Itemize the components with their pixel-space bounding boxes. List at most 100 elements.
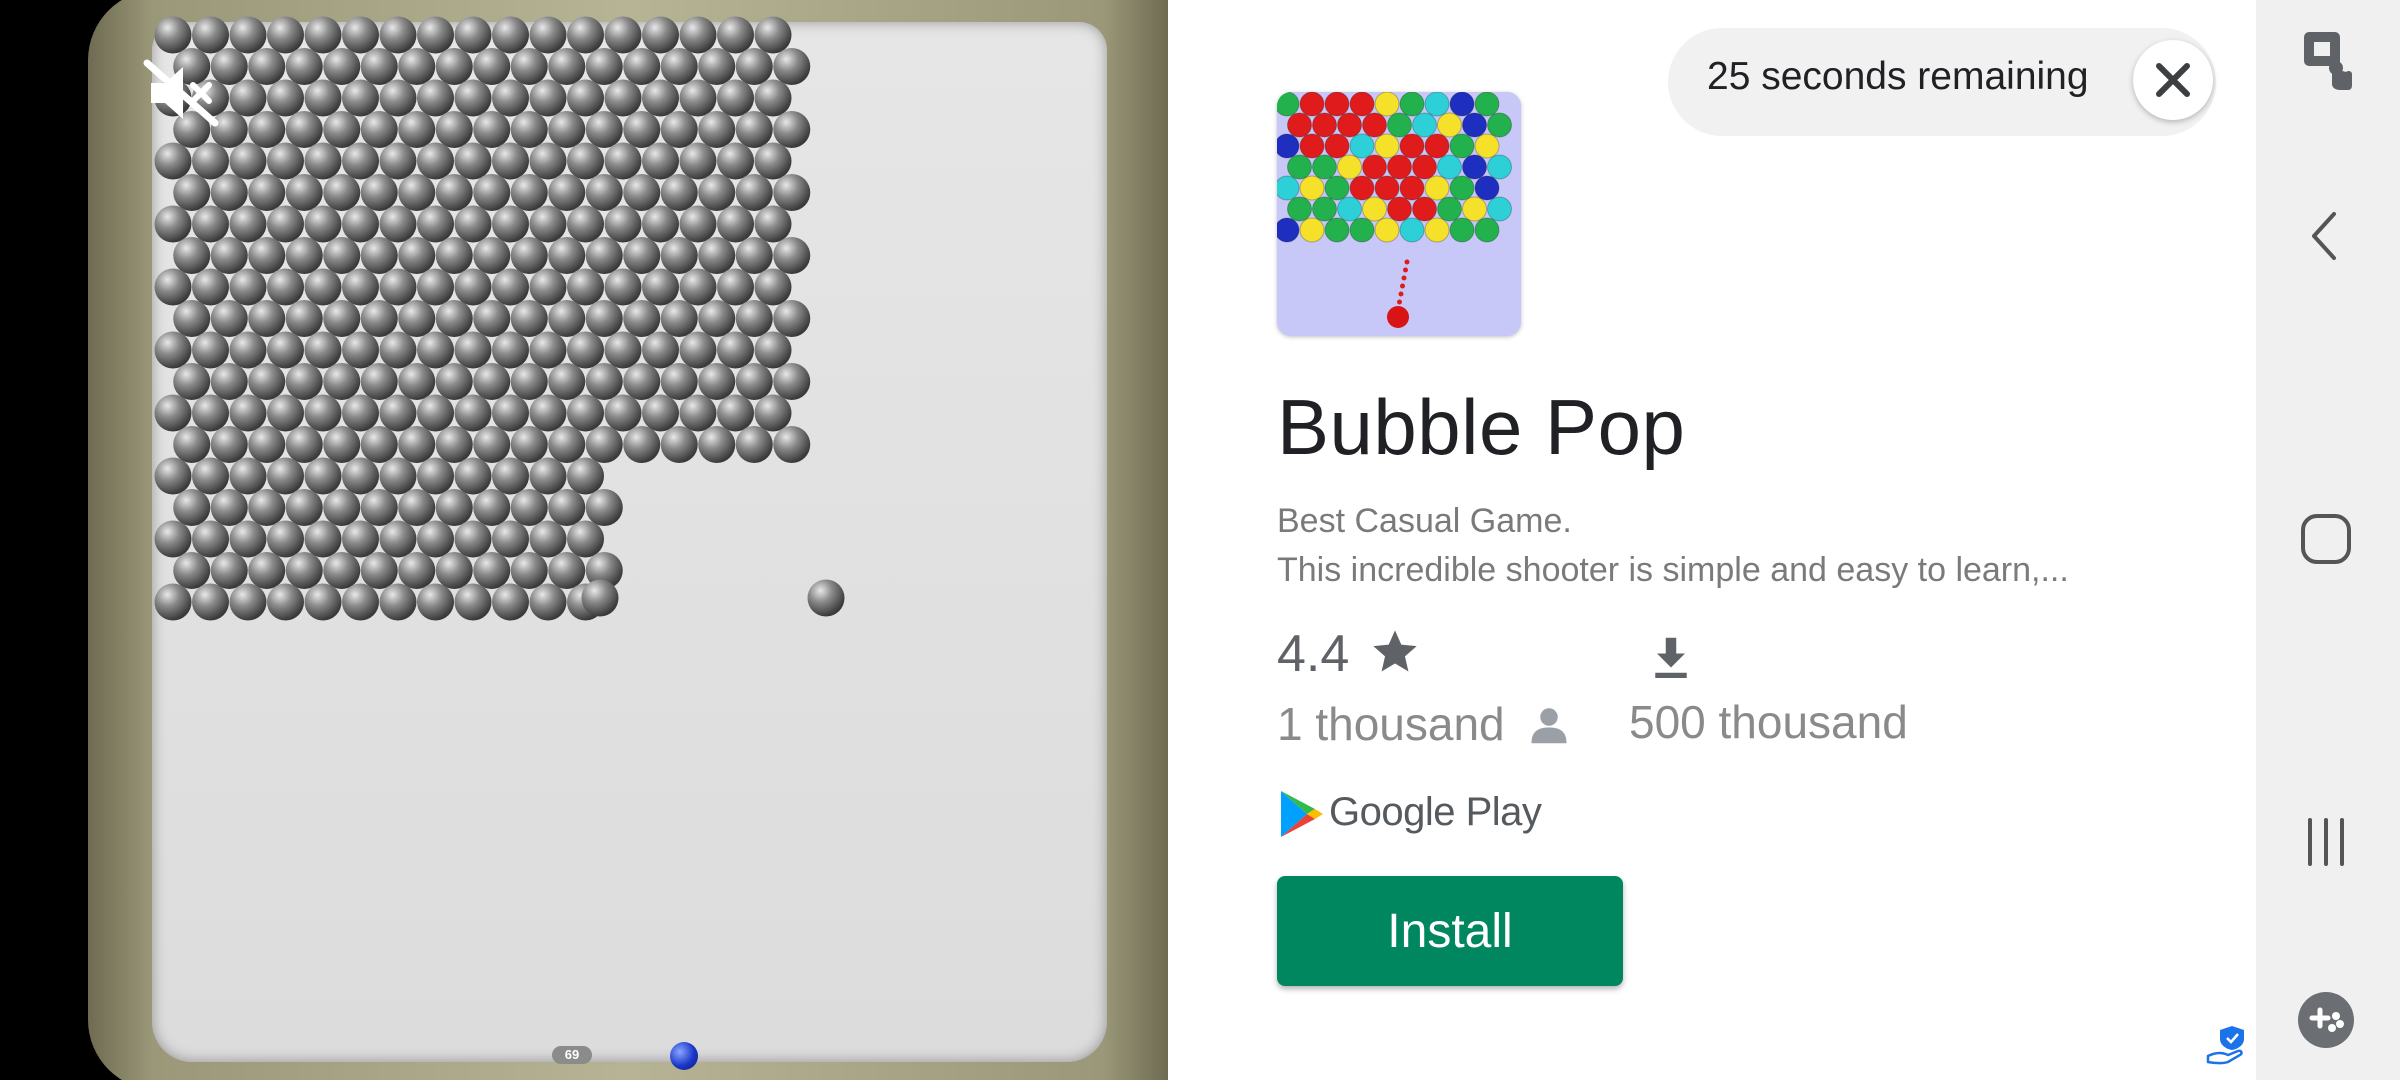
volume-mute-icon[interactable] <box>143 57 223 129</box>
bubble <box>623 426 661 463</box>
close-button[interactable] <box>2133 40 2213 120</box>
install-button[interactable]: Install <box>1277 876 1623 986</box>
bubble <box>248 300 286 337</box>
bubble <box>492 205 529 243</box>
bubble <box>473 489 511 526</box>
bubble <box>323 363 361 400</box>
store-name: Google Play <box>1329 790 1542 834</box>
close-icon <box>2156 63 2190 97</box>
bubble <box>379 79 417 117</box>
bubble <box>285 426 323 463</box>
bubble <box>679 79 717 117</box>
bubble <box>473 48 511 85</box>
bubble <box>660 363 698 400</box>
bubble <box>529 394 567 432</box>
bubble <box>454 268 492 306</box>
bubble <box>267 457 304 495</box>
bubble <box>492 457 529 495</box>
bubble <box>285 363 323 400</box>
timer-text: 25 seconds remaining <box>1707 55 2089 98</box>
bubble <box>585 489 623 526</box>
bubble <box>398 552 436 589</box>
bubble <box>154 16 192 54</box>
bubble <box>473 552 511 589</box>
bubble <box>604 142 642 180</box>
rating-value: 4.4 <box>1277 625 1350 683</box>
bubble <box>192 331 229 369</box>
bubble <box>660 300 698 337</box>
bubble <box>229 331 267 369</box>
bubble <box>604 268 642 306</box>
bubble <box>510 363 548 400</box>
bubble <box>585 237 623 274</box>
ball-count: 69 <box>552 1046 592 1064</box>
bubble <box>567 457 604 495</box>
game-video[interactable]: 69 <box>0 0 1168 1080</box>
bubble <box>510 489 548 526</box>
bubble <box>773 48 811 85</box>
home-icon[interactable] <box>2296 508 2356 572</box>
recents-icon[interactable] <box>2296 812 2356 872</box>
bubble <box>248 174 286 211</box>
bubble <box>473 237 511 274</box>
bubble <box>773 174 811 211</box>
bubble <box>567 268 604 306</box>
bubble <box>698 237 736 274</box>
bubble <box>267 331 304 369</box>
bubble <box>623 174 661 211</box>
bubble <box>642 268 679 306</box>
app-icon[interactable] <box>1277 92 1521 336</box>
bubble <box>642 79 679 117</box>
bubble <box>492 520 529 558</box>
bubble <box>285 552 323 589</box>
bubble <box>773 426 811 463</box>
bubble <box>660 237 698 274</box>
bubble <box>323 426 361 463</box>
bubble <box>267 16 304 54</box>
bubble <box>567 331 604 369</box>
bubble <box>417 268 454 306</box>
bubble <box>454 583 492 621</box>
bubble <box>360 300 398 337</box>
bubble <box>360 237 398 274</box>
bubble <box>698 300 736 337</box>
bubble <box>754 205 792 243</box>
bubble <box>248 552 286 589</box>
bubble <box>154 268 192 306</box>
bubble <box>567 79 604 117</box>
game-tools-icon[interactable] <box>2296 990 2360 1054</box>
bubble <box>529 79 567 117</box>
app-title[interactable]: Bubble Pop <box>1277 382 1685 473</box>
bubble <box>229 394 267 432</box>
bubble <box>210 552 248 589</box>
bubble <box>229 457 267 495</box>
bubble <box>773 237 811 274</box>
bubble <box>323 111 361 148</box>
bubble <box>492 79 529 117</box>
bubble <box>285 111 323 148</box>
bubble <box>604 394 642 432</box>
bubble <box>510 237 548 274</box>
bubble <box>735 426 773 463</box>
bubble <box>529 520 567 558</box>
bubble <box>229 142 267 180</box>
bubble <box>229 583 267 621</box>
bubble <box>342 457 379 495</box>
bubble <box>492 268 529 306</box>
ad-choices-icon[interactable] <box>2204 1022 2250 1068</box>
bubble <box>248 111 286 148</box>
screen-touch-icon[interactable] <box>2296 28 2356 92</box>
bubble <box>585 174 623 211</box>
bubble <box>642 394 679 432</box>
bubble <box>585 111 623 148</box>
bubble <box>192 520 229 558</box>
bubble <box>192 583 229 621</box>
bubble <box>248 237 286 274</box>
bubble <box>379 394 417 432</box>
back-icon[interactable] <box>2296 206 2356 266</box>
bubble <box>679 205 717 243</box>
star-icon <box>1373 630 1417 672</box>
bubble <box>342 16 379 54</box>
bubble <box>754 394 792 432</box>
bubble <box>529 583 567 621</box>
